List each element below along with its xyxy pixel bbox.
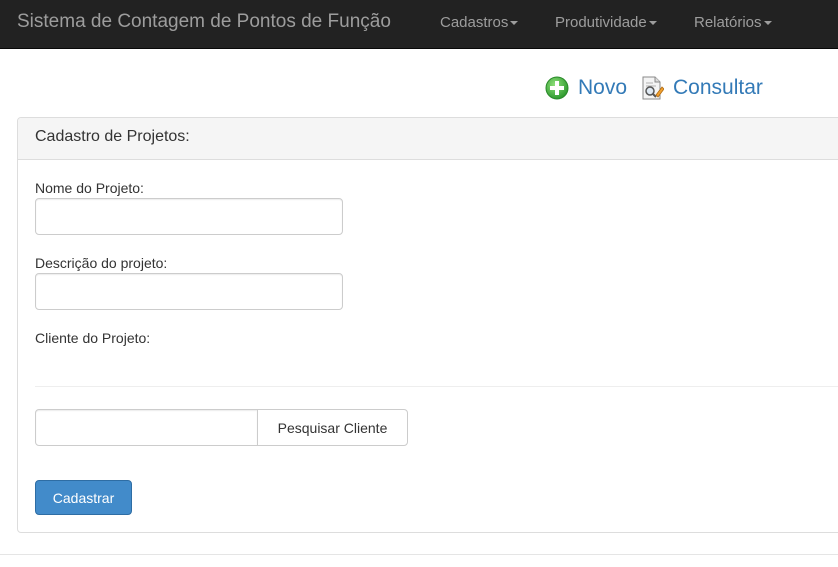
caret-down-icon	[648, 21, 657, 26]
project-description-label: Descrição do projeto:	[35, 255, 168, 271]
search-link[interactable]: Consultar	[640, 74, 763, 102]
menu-relatorios[interactable]: Relatórios	[694, 14, 772, 31]
menu-produtividade-label: Produtividade	[555, 14, 647, 31]
client-search-input[interactable]	[35, 409, 258, 446]
project-client-label: Cliente do Projeto:	[35, 330, 151, 346]
project-name-label: Nome do Projeto:	[35, 180, 144, 196]
submit-button[interactable]: Cadastrar	[35, 480, 132, 515]
app-brand[interactable]: Sistema de Contagem de Pontos de Função	[17, 11, 391, 33]
caret-down-icon	[510, 21, 519, 26]
project-name-input[interactable]	[35, 198, 343, 235]
form-divider	[35, 386, 838, 387]
top-navbar: Sistema de Contagem de Pontos de Função …	[0, 0, 838, 49]
document-search-icon	[640, 75, 665, 101]
menu-relatorios-label: Relatórios	[694, 14, 762, 31]
project-description-input[interactable]	[35, 273, 343, 310]
plus-circle-icon	[545, 76, 569, 100]
search-link-label: Consultar	[673, 76, 763, 99]
project-form-panel: Cadastro de Projetos: Nome do Projeto: D…	[17, 117, 838, 533]
search-client-button[interactable]: Pesquisar Cliente	[257, 409, 408, 446]
new-link[interactable]: Novo	[545, 74, 627, 102]
new-link-label: Novo	[578, 76, 628, 99]
menu-cadastros[interactable]: Cadastros	[440, 14, 519, 31]
footer-divider	[0, 554, 838, 555]
caret-down-icon	[763, 21, 772, 26]
menu-cadastros-label: Cadastros	[440, 14, 509, 31]
panel-title: Cadastro de Projetos:	[18, 118, 838, 160]
menu-produtividade[interactable]: Produtividade	[555, 14, 657, 31]
